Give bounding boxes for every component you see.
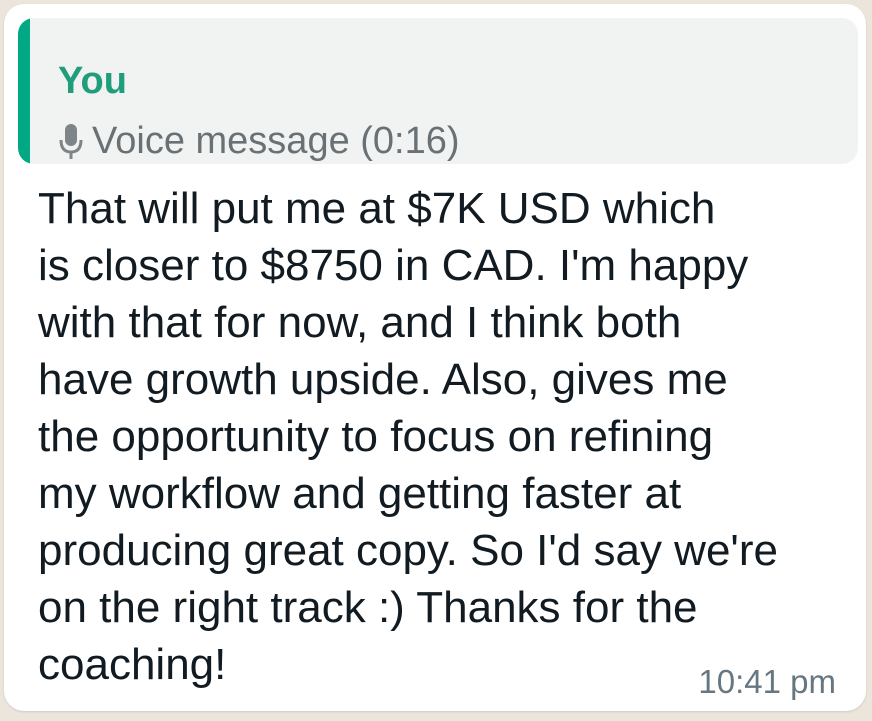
quoted-author: You: [58, 60, 127, 102]
message-line: with that for now, and I think both: [38, 298, 682, 347]
chat-background-edge: [0, 714, 872, 721]
quoted-voice-message: Voice message (0:16): [58, 118, 460, 164]
message-bubble[interactable]: You Voice message (0:16) That will put m…: [4, 4, 866, 711]
microphone-icon: [59, 124, 83, 159]
message-body: That will put me at $7K USD which is clo…: [38, 180, 838, 693]
voice-message-label: Voice message (0:16): [92, 120, 460, 162]
quote-accent-bar: [18, 18, 30, 164]
message-line: the opportunity to focus on refining: [38, 412, 714, 461]
message-timestamp: 10:41 pm: [698, 663, 836, 700]
message-line: That will put me at $7K USD which: [38, 184, 716, 233]
message-line: producing great copy. So I'd say we're: [38, 526, 778, 575]
message-line: on the right track :) Thanks for the: [38, 583, 698, 632]
message-line: is closer to $8750 in CAD. I'm happy: [38, 241, 749, 290]
quoted-message[interactable]: You Voice message (0:16): [18, 18, 858, 164]
message-line: my workflow and getting faster at: [38, 469, 682, 518]
message-line: have growth upside. Also, gives me: [38, 355, 728, 404]
